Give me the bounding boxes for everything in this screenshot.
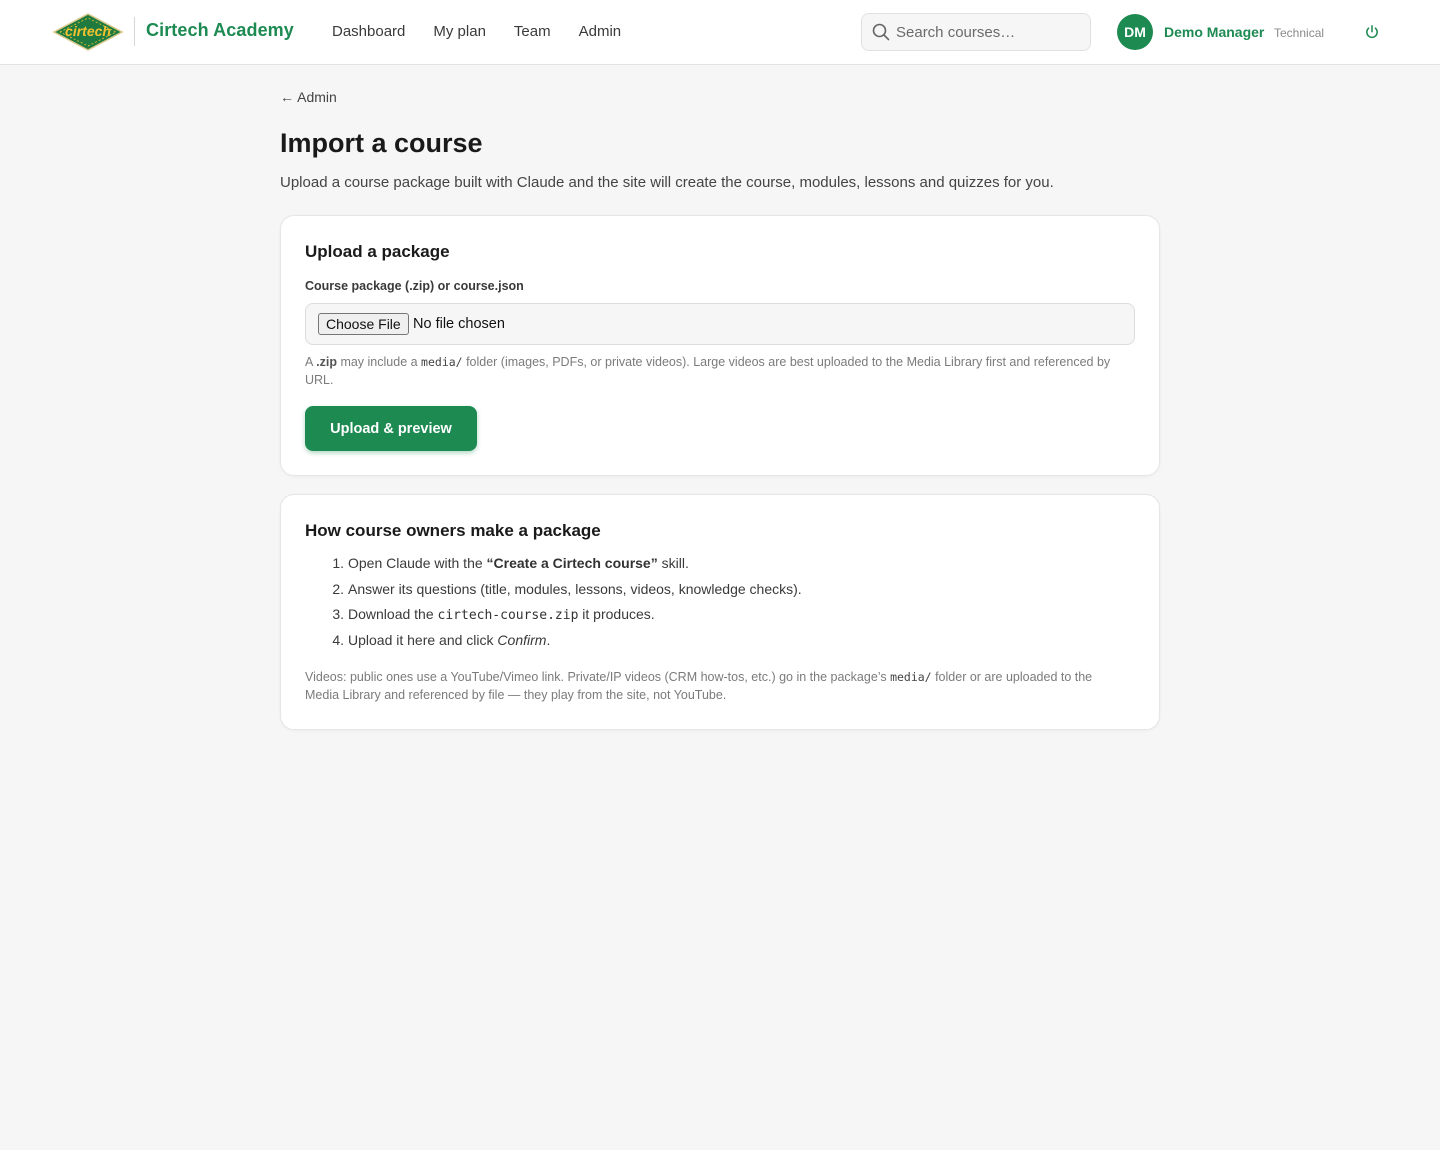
search-icon: [872, 23, 890, 41]
nav-team[interactable]: Team: [514, 23, 551, 40]
file-status: No file chosen: [413, 316, 505, 332]
avatar[interactable]: DM: [1117, 14, 1153, 50]
upload-help-text: A .zip may include a media/ folder (imag…: [305, 355, 1111, 387]
list-item: 2. Answer its questions (title, modules, …: [332, 580, 802, 597]
nav-dashboard[interactable]: Dashboard: [332, 23, 405, 40]
upload-preview-button[interactable]: Upload & preview: [305, 406, 477, 451]
logo-text: cirtech: [65, 23, 111, 39]
choose-file-button[interactable]: Choose File: [318, 313, 409, 335]
logo-divider: [134, 17, 135, 46]
user-role: Technical: [1274, 26, 1325, 40]
power-icon: [1366, 25, 1378, 39]
nav-my-plan[interactable]: My plan: [433, 23, 486, 40]
search-box[interactable]: [861, 13, 1091, 51]
logout-button[interactable]: [1364, 24, 1380, 45]
package-field-label: Course package (.zip) or course.json: [305, 279, 524, 293]
upload-heading: Upload a package: [305, 242, 450, 261]
page-subtitle: Upload a course package built with Claud…: [280, 174, 1054, 191]
list-item: 4. Upload it here and click Confirm.: [332, 631, 551, 648]
list-item: 3. Download the cirtech-course.zip it pro…: [332, 606, 655, 624]
logo-badge-icon: cirtech: [52, 13, 124, 51]
list-item: 1. Open Claude with the “Create a Cirtech…: [332, 555, 689, 571]
user-name[interactable]: Demo Manager: [1164, 24, 1264, 40]
logo[interactable]: cirtech: [52, 12, 124, 52]
search-input[interactable]: [896, 22, 1086, 42]
back-to-admin-link[interactable]: ← Admin: [280, 89, 337, 105]
page-title: Import a course: [280, 128, 483, 158]
steps-list: 1. Open Claude with the “Create a Cirtech…: [332, 553, 802, 655]
file-input[interactable]: Choose File No file chosen: [305, 303, 1135, 345]
how-to-card: How course owners make a package 1. Open …: [280, 494, 1160, 730]
brand-name[interactable]: Cirtech Academy: [146, 20, 294, 41]
main-nav: Dashboard My plan Team Admin: [332, 23, 649, 40]
upload-card: Upload a package Course package (.zip) o…: [280, 215, 1160, 476]
nav-admin[interactable]: Admin: [579, 23, 622, 40]
how-heading: How course owners make a package: [305, 521, 601, 540]
top-bar: cirtech Cirtech Academy Dashboard My pla…: [0, 0, 1440, 65]
videos-note: Videos: public ones use a YouTube/Vimeo …: [305, 670, 1093, 702]
